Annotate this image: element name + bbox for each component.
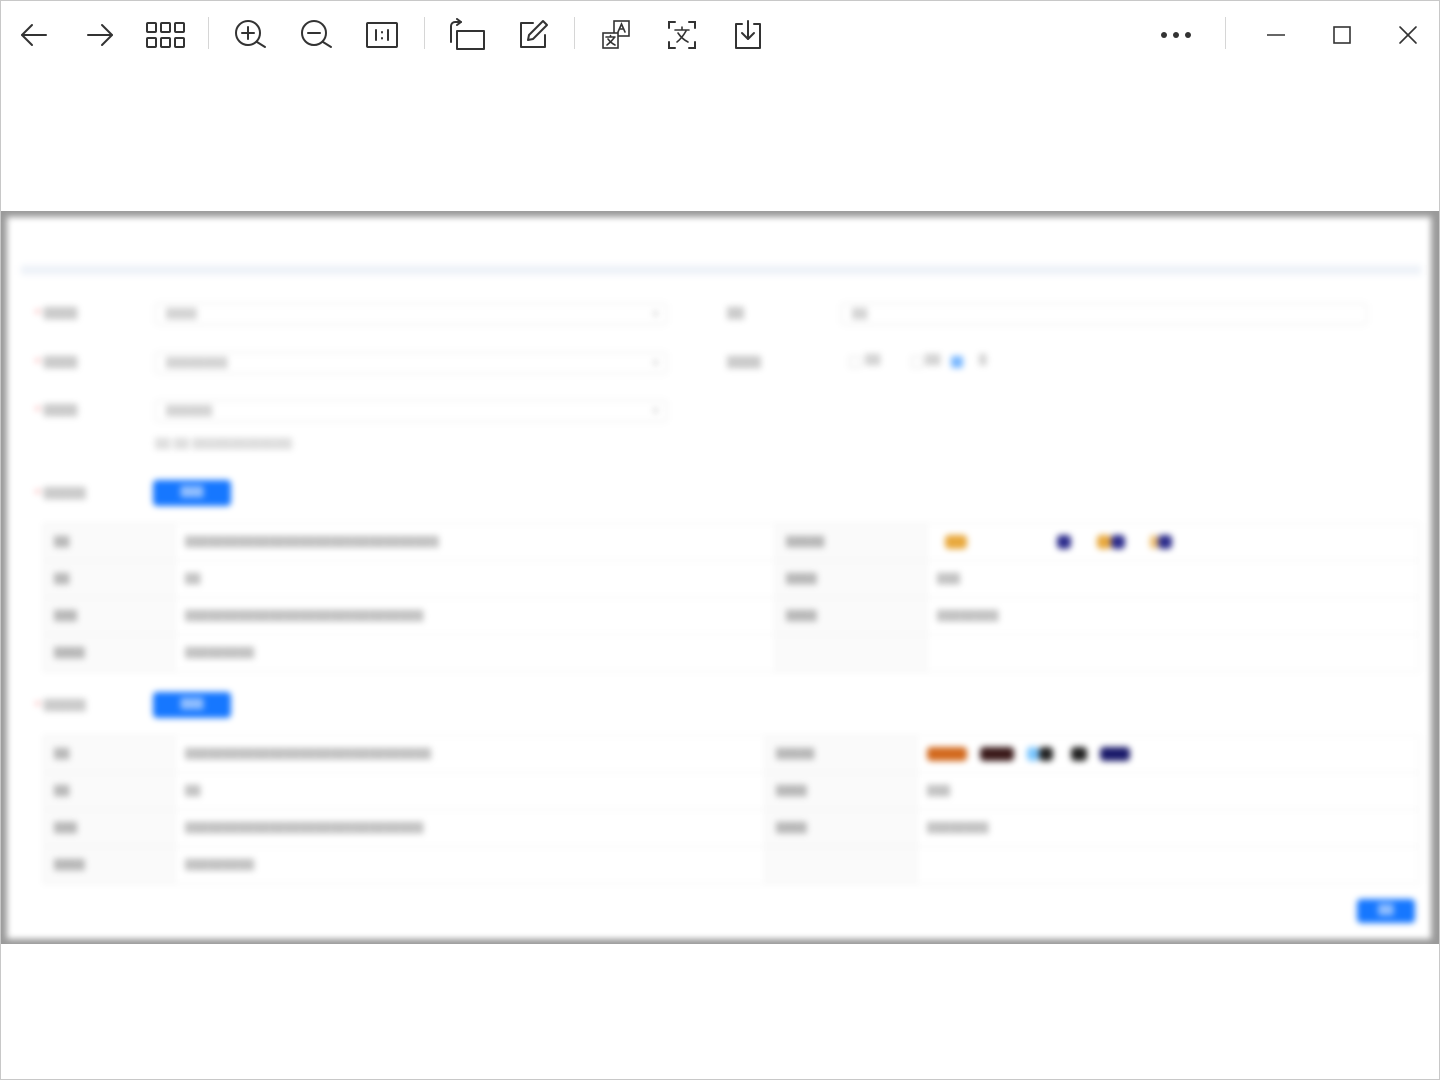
edit-icon bbox=[520, 20, 548, 48]
actual-size-icon bbox=[366, 22, 398, 48]
toolbar-separator bbox=[1225, 17, 1226, 49]
form-label: * ▒▒▒▒ bbox=[35, 356, 78, 369]
info-table: ▒▒ ▒▒▒▒▒▒▒▒▒▒▒▒▒▒▒▒▒▒▒▒▒▒▒▒▒▒▒▒▒▒▒▒▒ ▒▒▒… bbox=[43, 523, 1419, 672]
checkbox bbox=[951, 356, 963, 368]
form-select: ▒▒▒▒ ▾ bbox=[155, 303, 667, 325]
form-select: ▒▒ bbox=[841, 303, 1367, 325]
image-content: * ▒▒▒▒ ▒▒▒▒ ▾ ▒▒ ▒▒ * ▒▒▒▒ ▒▒▒▒▒▒▒▒ ▾ ▒▒▒▒ ▒… bbox=[7, 217, 1431, 939]
arrow-right-icon bbox=[87, 24, 113, 46]
zoom-in-icon bbox=[235, 20, 266, 48]
grid-icon bbox=[146, 22, 185, 48]
zoom-out-icon bbox=[301, 20, 332, 48]
toolbar-separator bbox=[424, 17, 425, 49]
image-canvas[interactable]: * ▒▒▒▒ ▒▒▒▒ ▾ ▒▒ ▒▒ * ▒▒▒▒ ▒▒▒▒▒▒▒▒ ▾ ▒▒▒▒ ▒… bbox=[1, 211, 1439, 944]
form-label: * ▒▒▒▒ bbox=[35, 404, 78, 417]
image-divider bbox=[21, 265, 1421, 275]
rotate-button[interactable] bbox=[444, 13, 488, 57]
form-label: ▒▒▒▒ bbox=[727, 356, 761, 369]
checkbox-label: ▒▒ bbox=[865, 355, 881, 366]
checkbox bbox=[849, 356, 861, 368]
form-select: ▒▒▒▒▒▒▒▒ ▾ bbox=[155, 352, 667, 374]
checkbox-label: ▒▒ bbox=[925, 355, 941, 366]
ocr-button[interactable] bbox=[660, 13, 704, 57]
translate-button[interactable] bbox=[594, 13, 638, 57]
more-icon bbox=[1161, 32, 1191, 38]
back-button[interactable] bbox=[12, 13, 56, 57]
arrow-left-icon bbox=[21, 24, 47, 46]
download-icon bbox=[735, 20, 761, 49]
zoom-out-button[interactable] bbox=[294, 13, 338, 57]
confirm-button: ▒▒ bbox=[1357, 899, 1415, 923]
close-icon bbox=[1399, 26, 1417, 44]
blurred-image: * ▒▒▒▒ ▒▒▒▒ ▾ ▒▒ ▒▒ * ▒▒▒▒ ▒▒▒▒▒▒▒▒ ▾ ▒▒▒▒ ▒… bbox=[1, 211, 1439, 944]
maximize-icon bbox=[1333, 26, 1351, 44]
close-button[interactable] bbox=[1386, 13, 1430, 57]
toolbar-separator bbox=[574, 17, 575, 49]
thumbnails-button[interactable] bbox=[144, 13, 188, 57]
image-viewer-window: * ▒▒▒▒ ▒▒▒▒ ▾ ▒▒ ▒▒ * ▒▒▒▒ ▒▒▒▒▒▒▒▒ ▾ ▒▒▒▒ ▒… bbox=[0, 0, 1440, 1080]
zoom-in-button[interactable] bbox=[228, 13, 272, 57]
upload-button: ▒▒▒ bbox=[153, 480, 231, 506]
minimize-button[interactable] bbox=[1254, 13, 1298, 57]
info-table: ▒▒ ▒▒▒▒▒▒▒▒▒▒▒▒▒▒▒▒▒▒▒▒▒▒▒▒▒▒▒▒▒▒▒▒ ▒▒▒▒… bbox=[43, 735, 1419, 884]
rotate-icon bbox=[450, 18, 485, 50]
checkbox bbox=[911, 356, 923, 368]
ocr-text-icon bbox=[668, 21, 696, 49]
toolbar-separator bbox=[208, 17, 209, 49]
upload-button: ▒▒▒ bbox=[153, 692, 231, 718]
checkbox-label: ▒ bbox=[979, 355, 987, 366]
edit-button[interactable] bbox=[511, 13, 555, 57]
hint-placeholder: ▒▒ ▒▒ ▒▒▒▒▒▒▒▒▒▒▒▒▒ bbox=[155, 439, 293, 450]
minimize-icon bbox=[1267, 34, 1285, 36]
form-select: ▒▒▒▒▒▒ ▾ bbox=[155, 400, 667, 422]
save-button[interactable] bbox=[726, 13, 770, 57]
more-button[interactable] bbox=[1154, 13, 1198, 57]
form-label: * ▒▒▒▒ bbox=[35, 307, 78, 320]
form-label: * ▒▒▒▒▒ bbox=[35, 487, 86, 500]
maximize-button[interactable] bbox=[1320, 13, 1364, 57]
forward-button[interactable] bbox=[78, 13, 122, 57]
actual-size-button[interactable] bbox=[360, 13, 404, 57]
translate-icon bbox=[602, 20, 630, 49]
form-label: ▒▒ bbox=[727, 307, 744, 320]
toolbar bbox=[1, 1, 1439, 67]
form-label: * ▒▒▒▒▒ bbox=[35, 699, 86, 712]
